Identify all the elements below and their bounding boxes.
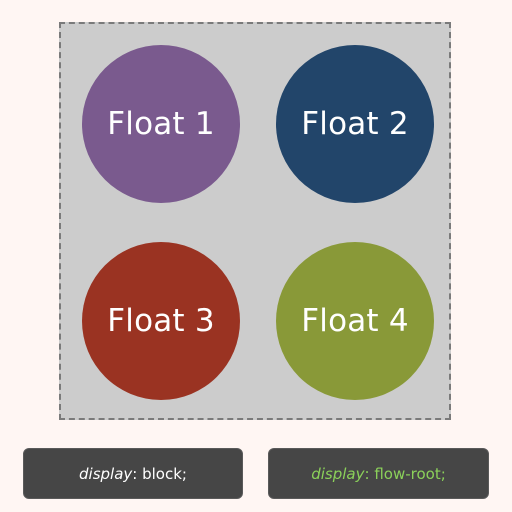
float-4-circle: Float 4 — [276, 242, 434, 400]
float-3-label: Float 3 — [107, 303, 215, 339]
float-4-label: Float 4 — [301, 303, 409, 339]
display-flow-root-button[interactable]: display: flow-root; — [268, 448, 489, 499]
display-flow-root-property: display — [311, 464, 365, 483]
display-flow-root-value: : flow-root; — [364, 464, 446, 483]
display-block-property: display — [79, 464, 133, 483]
float-2-label: Float 2 — [301, 106, 409, 142]
float-3-circle: Float 3 — [82, 242, 240, 400]
float-2-circle: Float 2 — [276, 45, 434, 203]
float-1-label: Float 1 — [107, 106, 215, 142]
float-1-circle: Float 1 — [82, 45, 240, 203]
display-block-button[interactable]: display: block; — [23, 448, 243, 499]
float-container: Float 1 Float 2 Float 3 Float 4 — [59, 22, 451, 420]
display-block-value: : block; — [132, 464, 187, 483]
